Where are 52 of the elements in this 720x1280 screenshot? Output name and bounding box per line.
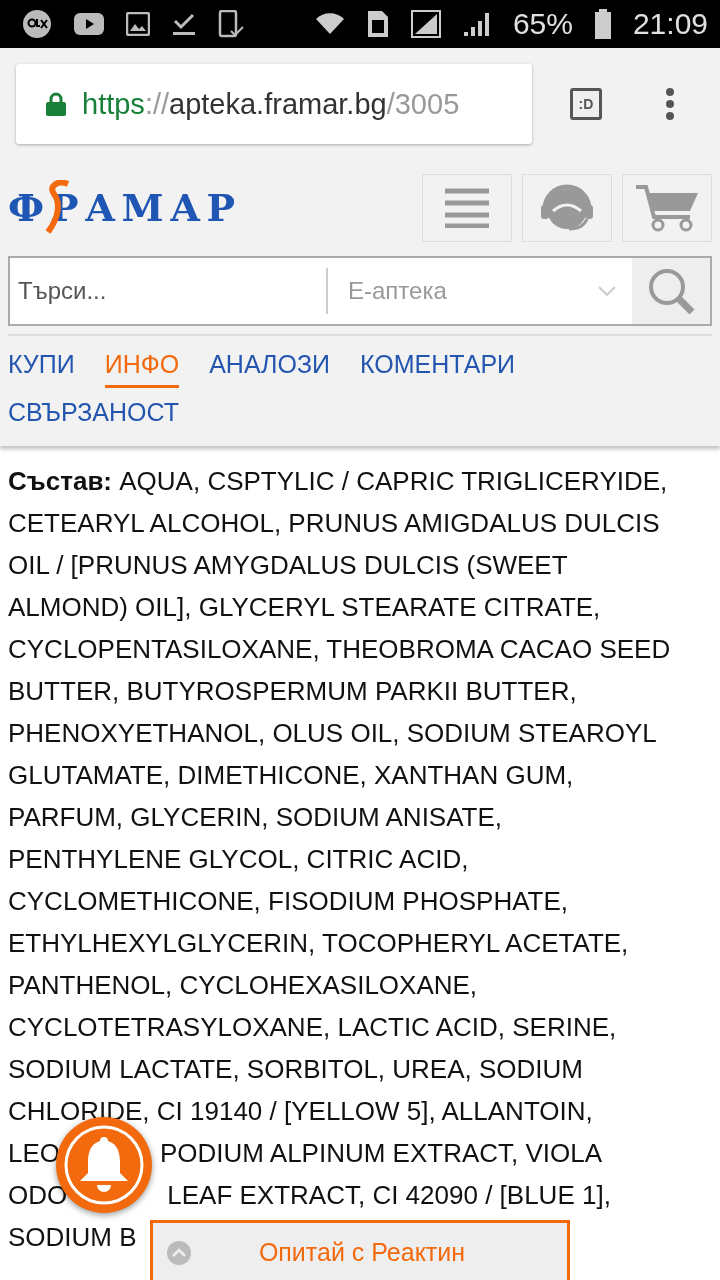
ingredients-text: CYCLOMETHICONE, FISODIUM PHOSPHATE, (8, 885, 568, 917)
ingredients-text: PARFUM, GLYCERIN, SODIUM ANISATE, (8, 801, 503, 833)
clock: 21:09 (632, 7, 708, 41)
ingredients-text: BUTTER, BUTYROSPERMUM PARKII BUTTER, (8, 675, 577, 707)
ingredients-text: GLUTAMATE, DIMETHICONE, XANTHAN GUM, (8, 759, 574, 791)
ingredients-text: LEAF EXTRACT, CI 42090 / [BLUE 1], (167, 1179, 611, 1211)
search-button[interactable] (632, 256, 712, 326)
menu-icon[interactable] (666, 88, 674, 120)
cart-icon (634, 183, 700, 233)
signal-icon (410, 10, 441, 38)
chevron-down-icon (598, 286, 616, 296)
download-done-icon (172, 11, 196, 37)
video-icon (74, 13, 104, 35)
ingredients-text: PHENOXYETHANOL, OLUS OIL, SODIUM STEAROYL (8, 717, 657, 749)
tab[interactable]: СВЪРЗАНОСТ (8, 394, 179, 436)
image-icon (126, 12, 150, 36)
tab[interactable]: КОМЕНТАРИ (360, 346, 516, 388)
phone-check-icon (218, 10, 244, 38)
sim-icon (366, 10, 389, 38)
signal-bars-icon (462, 10, 491, 38)
headset-icon (539, 183, 595, 233)
ingredients-text: OIL / [PRUNUS AMYGDALUS DULCIS (SWEET (8, 549, 568, 581)
search-field[interactable]: Търси... (8, 256, 326, 326)
battery-icon (594, 9, 611, 39)
support-button[interactable] (522, 174, 612, 242)
tab-switcher-button[interactable]: :D (570, 88, 602, 120)
ingredients-text: Състав: AQUA, CSPTYLIC / CAPRIC TRIGLICERYIDE, (8, 465, 668, 497)
battery-percent: 65% (512, 7, 573, 41)
cart-button[interactable] (622, 174, 712, 242)
menu-icon (445, 188, 489, 228)
ingredients-text: ETHYLHEXYLGLYCERIN, TOCOPHERYL ACETATE, (8, 927, 629, 959)
menu-button[interactable] (422, 174, 512, 242)
ingredients-text: LEO (8, 1137, 61, 1169)
search-icon (647, 267, 695, 315)
lock-icon (46, 92, 66, 116)
ingredients-text: SODIUM LACTATE, SORBITOL, UREA, SODIUM (8, 1053, 583, 1085)
tab[interactable]: АНАЛОЗИ (209, 346, 331, 388)
ingredients-text: PENTHYLENE GLYCOL, CITRIC ACID, (8, 843, 469, 875)
tab[interactable]: КУПИ (8, 346, 75, 388)
url-text: https://apteka.framar.bg/3005 (82, 87, 460, 121)
ingredients-text: PODIUM ALPINUM EXTRACT, VIOLA (160, 1137, 603, 1169)
address-bar[interactable]: https://apteka.framar.bg/3005 (16, 64, 532, 144)
olx-icon (22, 9, 52, 39)
ingredients-text: CETEARYL ALCOHOL, PRUNUS AMIGDALUS DULCIS (8, 507, 660, 539)
ingredients-text: CYCLOPENTASILOXANE, THEOBROMA CACAO SEED (8, 633, 671, 665)
chevron-up-icon (167, 1240, 191, 1265)
ingredients-text: PANTHENOL, CYCLOHEXASILOXANE, (8, 969, 478, 1001)
ingredients-text: SODIUM B (8, 1221, 137, 1253)
ingredients-text: ODO (8, 1179, 68, 1211)
ingredients-text: ALMOND) OIL], GLYCERYL STEARATE CITRATE, (8, 591, 601, 623)
ingredients-text: CHLORIDE, CI 19140 / [YELLOW 5], ALLANTOIN, (8, 1095, 593, 1127)
ingredients-text: CYCLOTETRASYLOXANE, LACTIC ACID, SERINE, (8, 1011, 617, 1043)
